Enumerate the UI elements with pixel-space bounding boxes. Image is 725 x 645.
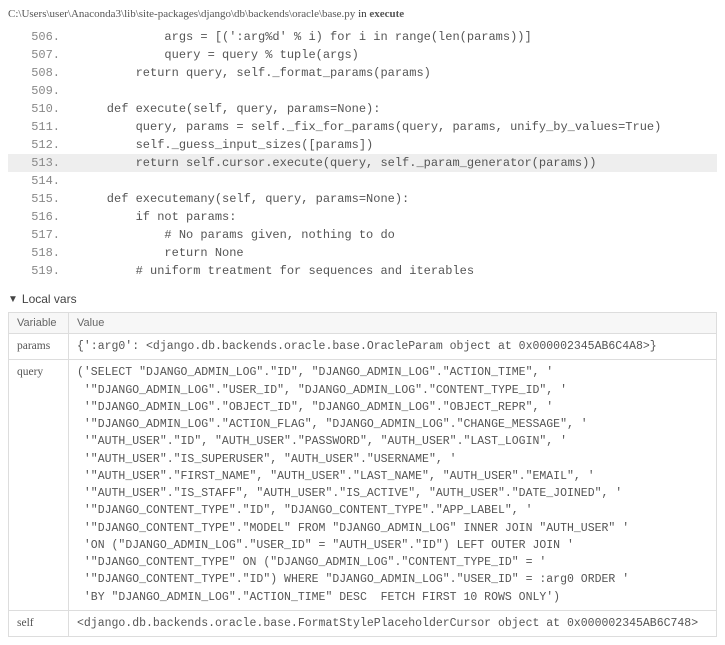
line-number: 517. [8,226,78,244]
col-header-value: Value [69,313,717,334]
code-line: 511. query, params = self._fix_for_param… [8,118,717,136]
code-text: query = query % tuple(args) [78,46,717,64]
line-number: 515. [8,190,78,208]
code-line: 519. # uniform treatment for sequences a… [8,262,717,280]
code-line: 514. [8,172,717,190]
code-line: 513. return self.cursor.execute(query, s… [8,154,717,172]
code-text [78,172,717,190]
line-number: 510. [8,100,78,118]
local-vars-table: Variable Value params {':arg0': <django.… [8,312,717,637]
var-value: ('SELECT "DJANGO_ADMIN_LOG"."ID", "DJANG… [69,360,717,611]
code-text: self._guess_input_sizes([params]) [78,136,717,154]
var-name: self [9,610,69,636]
in-separator: in [355,8,369,20]
var-value: {':arg0': <django.db.backends.oracle.bas… [69,334,717,360]
line-number: 511. [8,118,78,136]
code-text: return None [78,244,717,262]
code-line: 508. return query, self._format_params(p… [8,64,717,82]
line-number: 512. [8,136,78,154]
code-text: def executemany(self, query, params=None… [78,190,717,208]
traceback-location: C:\Users\user\Anaconda3\lib\site-package… [8,8,717,20]
line-number: 509. [8,82,78,100]
table-row: self <django.db.backends.oracle.base.For… [9,610,717,636]
line-number: 514. [8,172,78,190]
code-line: 509. [8,82,717,100]
line-number: 506. [8,28,78,46]
code-text: return self.cursor.execute(query, self._… [78,154,717,172]
line-number: 519. [8,262,78,280]
code-text: if not params: [78,208,717,226]
disclosure-triangle-icon: ▼ [8,294,18,305]
local-vars-toggle[interactable]: ▼ Local vars [8,292,717,306]
code-line: 512. self._guess_input_sizes([params]) [8,136,717,154]
code-line: 507. query = query % tuple(args) [8,46,717,64]
line-number: 513. [8,154,78,172]
function-name: execute [369,8,404,20]
code-text: args = [(':arg%d' % i) for i in range(le… [78,28,717,46]
code-line: 515. def executemany(self, query, params… [8,190,717,208]
var-name: query [9,360,69,611]
var-value: <django.db.backends.oracle.base.FormatSt… [69,610,717,636]
code-line: 510. def execute(self, query, params=Non… [8,100,717,118]
table-row: params {':arg0': <django.db.backends.ora… [9,334,717,360]
filepath: C:\Users\user\Anaconda3\lib\site-package… [8,8,355,20]
code-context: 506. args = [(':arg%d' % i) for i in ran… [8,28,717,280]
code-text: def execute(self, query, params=None): [78,100,717,118]
code-line: 517. # No params given, nothing to do [8,226,717,244]
col-header-variable: Variable [9,313,69,334]
code-text: # No params given, nothing to do [78,226,717,244]
code-text: query, params = self._fix_for_params(que… [78,118,717,136]
code-text: # uniform treatment for sequences and it… [78,262,717,280]
line-number: 507. [8,46,78,64]
line-number: 516. [8,208,78,226]
code-text [78,82,717,100]
code-line: 506. args = [(':arg%d' % i) for i in ran… [8,28,717,46]
var-name: params [9,334,69,360]
table-row: query ('SELECT "DJANGO_ADMIN_LOG"."ID", … [9,360,717,611]
line-number: 518. [8,244,78,262]
line-number: 508. [8,64,78,82]
code-line: 518. return None [8,244,717,262]
local-vars-label: Local vars [22,292,77,306]
code-text: return query, self._format_params(params… [78,64,717,82]
code-line: 516. if not params: [8,208,717,226]
